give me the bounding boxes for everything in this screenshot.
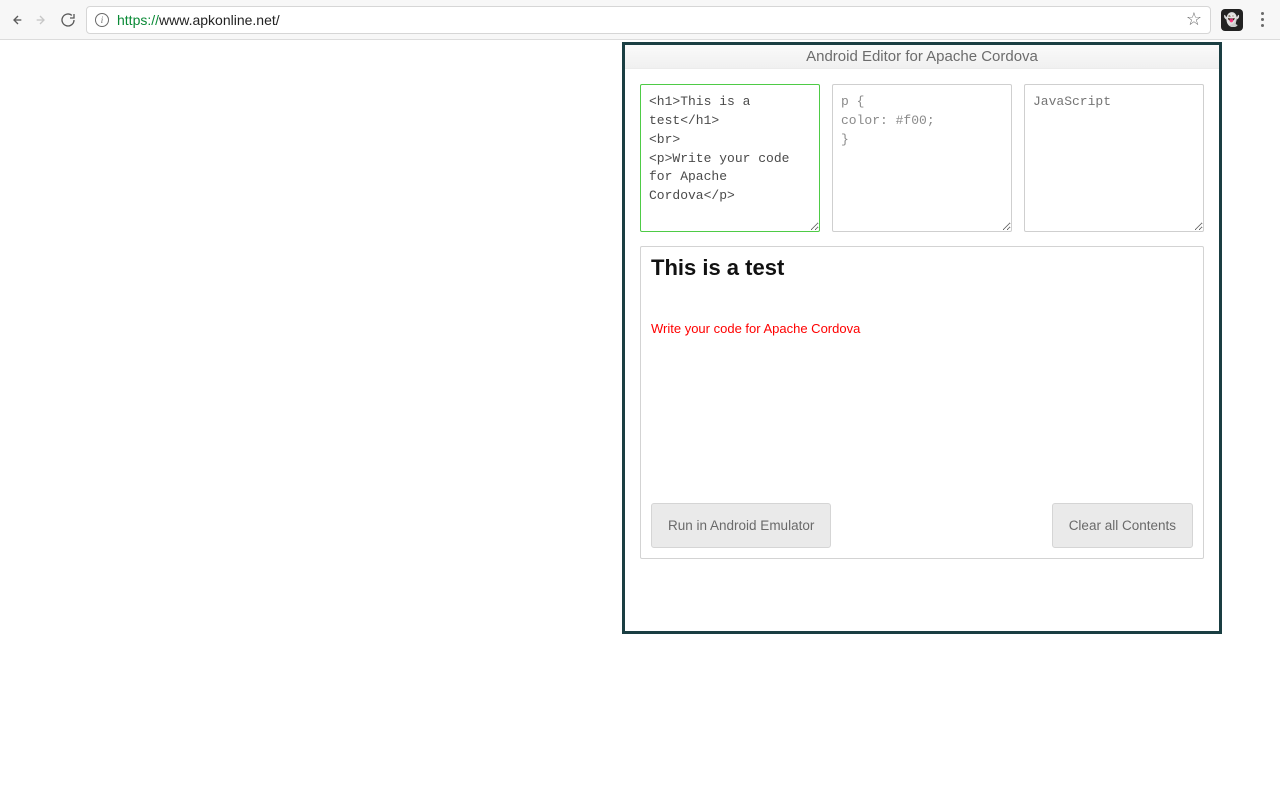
back-button[interactable] <box>8 12 24 28</box>
arrow-left-icon <box>8 11 24 29</box>
reload-button[interactable] <box>60 12 76 28</box>
preview-heading: This is a test <box>651 255 1193 281</box>
editor-title: Android Editor for Apache Cordova <box>625 45 1219 69</box>
code-editor-row <box>625 69 1219 232</box>
preview-panel: This is a test Write your code for Apach… <box>640 246 1204 559</box>
action-button-row: Run in Android Emulator Clear all Conten… <box>651 503 1193 548</box>
html-code-input[interactable] <box>640 84 820 232</box>
browser-chrome: i https://www.apkonline.net/ ☆ 👻 <box>0 0 1280 40</box>
js-code-input[interactable] <box>1024 84 1204 232</box>
dot-icon <box>1261 18 1264 21</box>
ghost-icon: 👻 <box>1224 12 1240 28</box>
url-bar[interactable]: i https://www.apkonline.net/ ☆ <box>86 6 1211 34</box>
extension-icon[interactable]: 👻 <box>1221 9 1243 31</box>
arrow-right-icon <box>34 11 50 29</box>
site-info-icon[interactable]: i <box>95 13 109 27</box>
forward-button[interactable] <box>34 12 50 28</box>
css-code-input[interactable] <box>832 84 1012 232</box>
browser-menu-button[interactable] <box>1253 12 1272 27</box>
url-text: https://www.apkonline.net/ <box>117 12 1178 28</box>
dot-icon <box>1261 12 1264 15</box>
preview-paragraph: Write your code for Apache Cordova <box>651 285 1193 336</box>
reload-icon <box>60 11 76 29</box>
preview-content: This is a test Write your code for Apach… <box>651 255 1193 503</box>
run-emulator-button[interactable]: Run in Android Emulator <box>651 503 831 548</box>
dot-icon <box>1261 24 1264 27</box>
bookmark-star-icon[interactable]: ☆ <box>1186 9 1202 30</box>
editor-window: Android Editor for Apache Cordova This i… <box>622 42 1222 634</box>
clear-contents-button[interactable]: Clear all Contents <box>1052 503 1193 548</box>
